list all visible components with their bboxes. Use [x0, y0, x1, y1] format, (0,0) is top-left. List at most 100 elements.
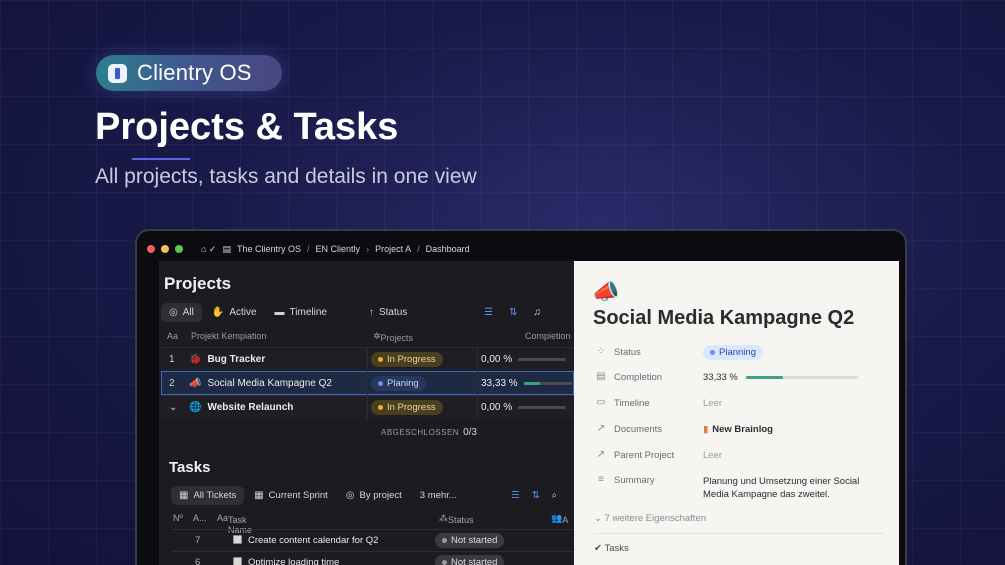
document-link[interactable]: New Brainlog [712, 424, 773, 435]
property-status[interactable]: ⁘ Status Planning [594, 343, 884, 363]
row-status-cell[interactable]: In Progress [371, 352, 443, 367]
property-value[interactable]: Planning [703, 345, 763, 360]
filter-icon[interactable]: ☰ [511, 490, 520, 501]
brand-logo-icon [108, 63, 127, 83]
tab-all-tickets[interactable]: ▦ All Tickets [171, 485, 245, 505]
row-name: Bug Tracker [207, 354, 266, 365]
expand-chevron-icon[interactable]: ⌄ [169, 402, 177, 413]
property-value[interactable]: ▮ New Brainlog [703, 424, 773, 435]
property-value[interactable]: Planung und Umsetzung einer Social Media… [703, 475, 885, 501]
projects-table: 1 🐞 Bug Tracker In Progress 0,00 % 2 📣 Soc… [161, 347, 574, 419]
breadcrumb-item-dashboard[interactable]: Dashboard [426, 244, 470, 254]
completion-value: 0,00 % [481, 402, 513, 413]
property-label: Timeline [614, 398, 650, 409]
tab-active[interactable]: ✋ Active [204, 303, 265, 322]
property-value[interactable]: Leer [703, 398, 722, 409]
tab-all-label: All [182, 306, 194, 318]
window-titlebar: ⌂ ✓ ▤ The Clientry OS / EN Cliently › Pr… [147, 237, 895, 261]
row-name-cell[interactable]: 📣 Social Media Kampagne Q2 [189, 378, 332, 389]
sort-icon[interactable]: ⇅ [509, 307, 517, 318]
status-icon: ⁘ [596, 346, 606, 357]
property-summary[interactable]: ≡ Summary Planung und Umsetzung einer So… [594, 471, 884, 503]
more-properties-toggle[interactable]: ⌄ 7 weitere Eigenschaften [594, 513, 706, 524]
row-name-cell[interactable]: 🌐 Website Relaunch [189, 402, 293, 413]
tab-current-sprint[interactable]: ▦ Current Sprint [246, 486, 336, 505]
column-header-task-name[interactable]: Aa Task Name [217, 513, 252, 535]
column-header-projects-label: Projects [380, 333, 414, 343]
breadcrumb-item-workspace[interactable]: The Clientry OS [237, 244, 301, 254]
maximize-window-button[interactable] [175, 245, 183, 253]
status-badge: In Progress [371, 352, 443, 367]
table-row[interactable]: 7 Create content calendar for Q2 Not sta… [171, 529, 574, 551]
related-tasks-label: Tasks [604, 543, 629, 554]
column-header-projects[interactable]: ✲ Projects [373, 331, 413, 343]
projects-column-headers: Aa Projekt Kempiation ✲ Projects Compiet… [161, 329, 574, 345]
tab-timeline[interactable]: ▬ Timeline [267, 303, 335, 322]
task-status-cell[interactable]: Not started [435, 533, 505, 548]
column-header-assignee[interactable]: 👥 A [551, 513, 568, 525]
task-status-cell[interactable]: Not started [435, 555, 505, 565]
column-header-a[interactable]: A... [193, 513, 207, 523]
divider [594, 533, 884, 534]
text-type-icon: Aa [167, 331, 179, 341]
status-badge-label: In Progress [387, 354, 436, 365]
completion-bar [523, 382, 572, 385]
column-header-status[interactable]: ⁂ Status [439, 513, 474, 525]
bell-icon[interactable]: ♫ [534, 307, 542, 318]
property-timeline[interactable]: ▭ Timeline Leer [594, 394, 884, 414]
related-tasks-section[interactable]: ✔ Tasks [594, 543, 629, 554]
task-name-cell[interactable]: Optimize loading time [233, 557, 339, 565]
tab-by-project-label: By project [359, 489, 402, 501]
row-completion-cell: 0,00 % [481, 402, 567, 413]
sort-status-label: Status [378, 306, 408, 318]
tab-all[interactable]: ◎ All [161, 302, 202, 322]
row-status-cell[interactable]: Planing [371, 376, 426, 391]
status-badge-label: In Progress [387, 402, 436, 413]
hero-subtitle: All projects, tasks and details in one v… [95, 165, 477, 188]
column-header-number[interactable]: Nº [173, 513, 183, 523]
breadcrumb-separator: / [417, 244, 420, 254]
sort-icon[interactable]: ⇅ [532, 490, 540, 501]
tab-by-project[interactable]: ◎ By project [338, 486, 410, 505]
property-parent-project[interactable]: ↗ Parent Project Leer [594, 446, 884, 466]
close-window-button[interactable] [147, 245, 155, 253]
minimize-window-button[interactable] [161, 245, 169, 253]
tab-all-tickets-label: All Tickets [193, 489, 237, 501]
home-icon[interactable]: ⌂ ✓ [201, 244, 216, 255]
tasks-toolbar: ☰ ⇅ ⌕ [511, 490, 557, 501]
row-name-cell[interactable]: 🐞 Bug Tracker [189, 354, 265, 365]
search-icon[interactable]: ⌕ [552, 490, 557, 501]
task-name-cell[interactable]: Create content calendar for Q2 [233, 535, 378, 546]
breadcrumb-item-language[interactable]: EN Cliently [316, 244, 361, 254]
column-header-completion[interactable]: Compietion [525, 331, 571, 341]
property-documents[interactable]: ↗ Documents ▮ New Brainlog [594, 420, 884, 440]
detail-title[interactable]: Social Media Kampagne Q2 [593, 307, 854, 330]
sort-status-button[interactable]: ↑ Status [361, 303, 415, 322]
status-badge-label: Planning [719, 347, 756, 358]
megaphone-icon[interactable]: 📣 [592, 279, 619, 305]
column-header-assignee-label: A [562, 515, 569, 525]
breadcrumb-item-project[interactable]: Project A [375, 244, 411, 254]
property-value[interactable]: Leer [703, 450, 722, 461]
completion-value: 0,00 % [481, 354, 513, 365]
tasks-column-headers: Nº A... Aa Task Name ⁂ Status 👥 A [171, 511, 574, 535]
megaphone-icon: 📣 [189, 378, 202, 389]
status-badge: Not started [435, 533, 505, 548]
column-header-name[interactable]: Projekt Kempiation [191, 331, 267, 341]
row-status-cell[interactable]: In Progress [371, 400, 443, 415]
status-badge-label: Not started [451, 557, 498, 565]
completion-bar [518, 358, 567, 361]
relation-arrow-icon: ↗ [596, 423, 606, 434]
filter-icon[interactable]: ☰ [484, 307, 493, 318]
column-divider [477, 347, 478, 419]
status-badge: In Progress [371, 400, 443, 415]
table-row[interactable]: 6 Optimize loading time Not started [171, 551, 574, 565]
brand-name: Clientry OS [137, 60, 252, 85]
tab-current-sprint-label: Current Sprint [268, 489, 328, 501]
projects-heading: Projects [164, 274, 232, 293]
completion-value: 33,33 % [703, 372, 738, 383]
property-completion[interactable]: ▤ Completion 33,33 % [594, 368, 884, 388]
status-badge: Planing [371, 376, 426, 391]
more-views-button[interactable]: 3 mehr... [412, 486, 465, 505]
hand-icon: ✋ [211, 306, 225, 318]
